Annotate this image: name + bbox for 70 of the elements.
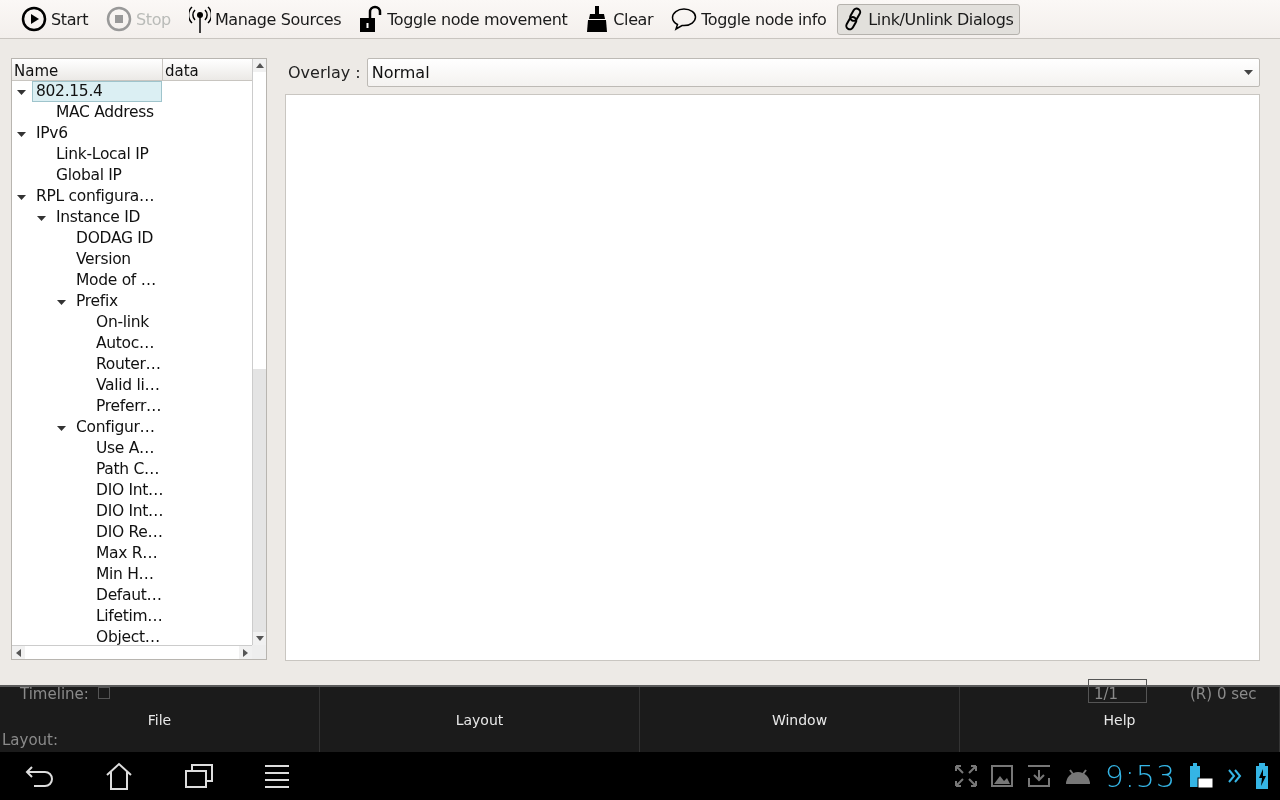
expanded-arrow-icon[interactable] (16, 129, 27, 138)
expanded-arrow-icon[interactable] (56, 423, 67, 432)
tree-item[interactable]: MAC Address (52, 102, 158, 123)
tree-item[interactable]: Object… (92, 627, 164, 645)
robot-icon[interactable] (1064, 767, 1091, 785)
toolbar-button[interactable]: Clear (578, 3, 661, 35)
tree-item[interactable]: Link-Local IP (52, 144, 153, 165)
double-chevron-icon (1228, 769, 1242, 783)
expanded-arrow-icon[interactable] (56, 297, 67, 306)
overlay-select[interactable]: Normal (366, 58, 1260, 87)
tree-item[interactable]: DIO Int… (92, 480, 168, 501)
tree-item[interactable]: DIO Re… (92, 522, 167, 543)
tree-item[interactable]: Mode of … (72, 270, 160, 291)
tree-item[interactable]: RPL configura… (32, 186, 159, 207)
speech-bubble-icon (671, 7, 698, 31)
tree-item[interactable]: Router… (92, 354, 165, 375)
toolbar-button[interactable]: Start (14, 3, 96, 35)
tree-item[interactable]: Prefix (72, 291, 122, 312)
scroll-left-arrow-icon[interactable] (16, 648, 21, 657)
download-tray-icon[interactable] (1026, 764, 1051, 788)
timeline-label: Timeline: (20, 685, 89, 703)
tree-item[interactable]: Configur… (72, 417, 159, 438)
tree-item[interactable]: Lifetim… (92, 606, 167, 627)
stop-icon (106, 6, 133, 32)
tree-item[interactable]: Preferr… (92, 396, 166, 417)
page-spinbox[interactable] (1088, 679, 1147, 703)
image-icon[interactable] (990, 765, 1013, 787)
charging-battery-icon (1256, 763, 1268, 789)
vertical-scrollbar[interactable] (252, 59, 266, 645)
play-icon (21, 6, 47, 32)
tree-item[interactable]: Min H… (92, 564, 158, 585)
toolbar-button[interactable]: Toggle node movement (352, 3, 575, 35)
scroll-down-arrow-icon[interactable] (255, 636, 264, 641)
elapsed-time: (R) 0 sec (1190, 685, 1257, 703)
timeline-checkbox[interactable] (98, 687, 110, 699)
expanded-arrow-icon[interactable] (16, 192, 27, 201)
tree-item[interactable]: IPv6 (32, 123, 72, 144)
expand-arrows-icon[interactable] (954, 765, 977, 787)
scroll-right-arrow-icon[interactable] (243, 648, 248, 657)
expanded-arrow-icon[interactable] (16, 87, 27, 96)
page-counter: 1/1 (1094, 685, 1119, 703)
tree-item[interactable]: On-link (92, 312, 153, 333)
battery-keyboard-icon (1190, 763, 1214, 789)
scroll-up-arrow-icon[interactable] (255, 63, 264, 68)
tree-item[interactable]: DODAG ID (72, 228, 158, 249)
toolbar-button[interactable]: Link/Unlink Dialogs (837, 3, 1021, 35)
tree-item[interactable]: Use A… (92, 438, 159, 459)
overlay-label: Overlay : (288, 63, 361, 82)
tree-item[interactable]: Global IP (52, 165, 126, 186)
layout-label: Layout: (2, 731, 59, 749)
expanded-arrow-icon[interactable] (36, 213, 47, 222)
toolbar-button[interactable]: Manage Sources (181, 3, 349, 35)
column-header[interactable]: data (163, 59, 252, 80)
broom-icon (585, 6, 610, 32)
antenna-icon (188, 5, 211, 33)
dropdown-caret-icon (1244, 70, 1253, 75)
clock-time: 9:53 (1104, 758, 1176, 794)
tree-item[interactable]: Max R… (92, 543, 162, 564)
tree-item[interactable]: Version (72, 249, 135, 270)
toolbar-button[interactable]: Toggle node info (664, 3, 834, 35)
tree-item[interactable]: Defaut… (92, 585, 166, 606)
tree-item[interactable]: Valid li… (92, 375, 164, 396)
tree-item[interactable]: DIO Int… (92, 501, 168, 522)
tree-item[interactable]: Autoc… (92, 333, 159, 354)
horizontal-scrollbar[interactable] (12, 645, 252, 659)
tree-item[interactable]: 802.15.4 (32, 81, 162, 102)
tree-item[interactable]: Instance ID (52, 207, 145, 228)
tree-item[interactable]: Path C… (92, 459, 164, 480)
unlocked-padlock-icon (359, 5, 384, 33)
column-header[interactable]: Name (12, 59, 163, 80)
